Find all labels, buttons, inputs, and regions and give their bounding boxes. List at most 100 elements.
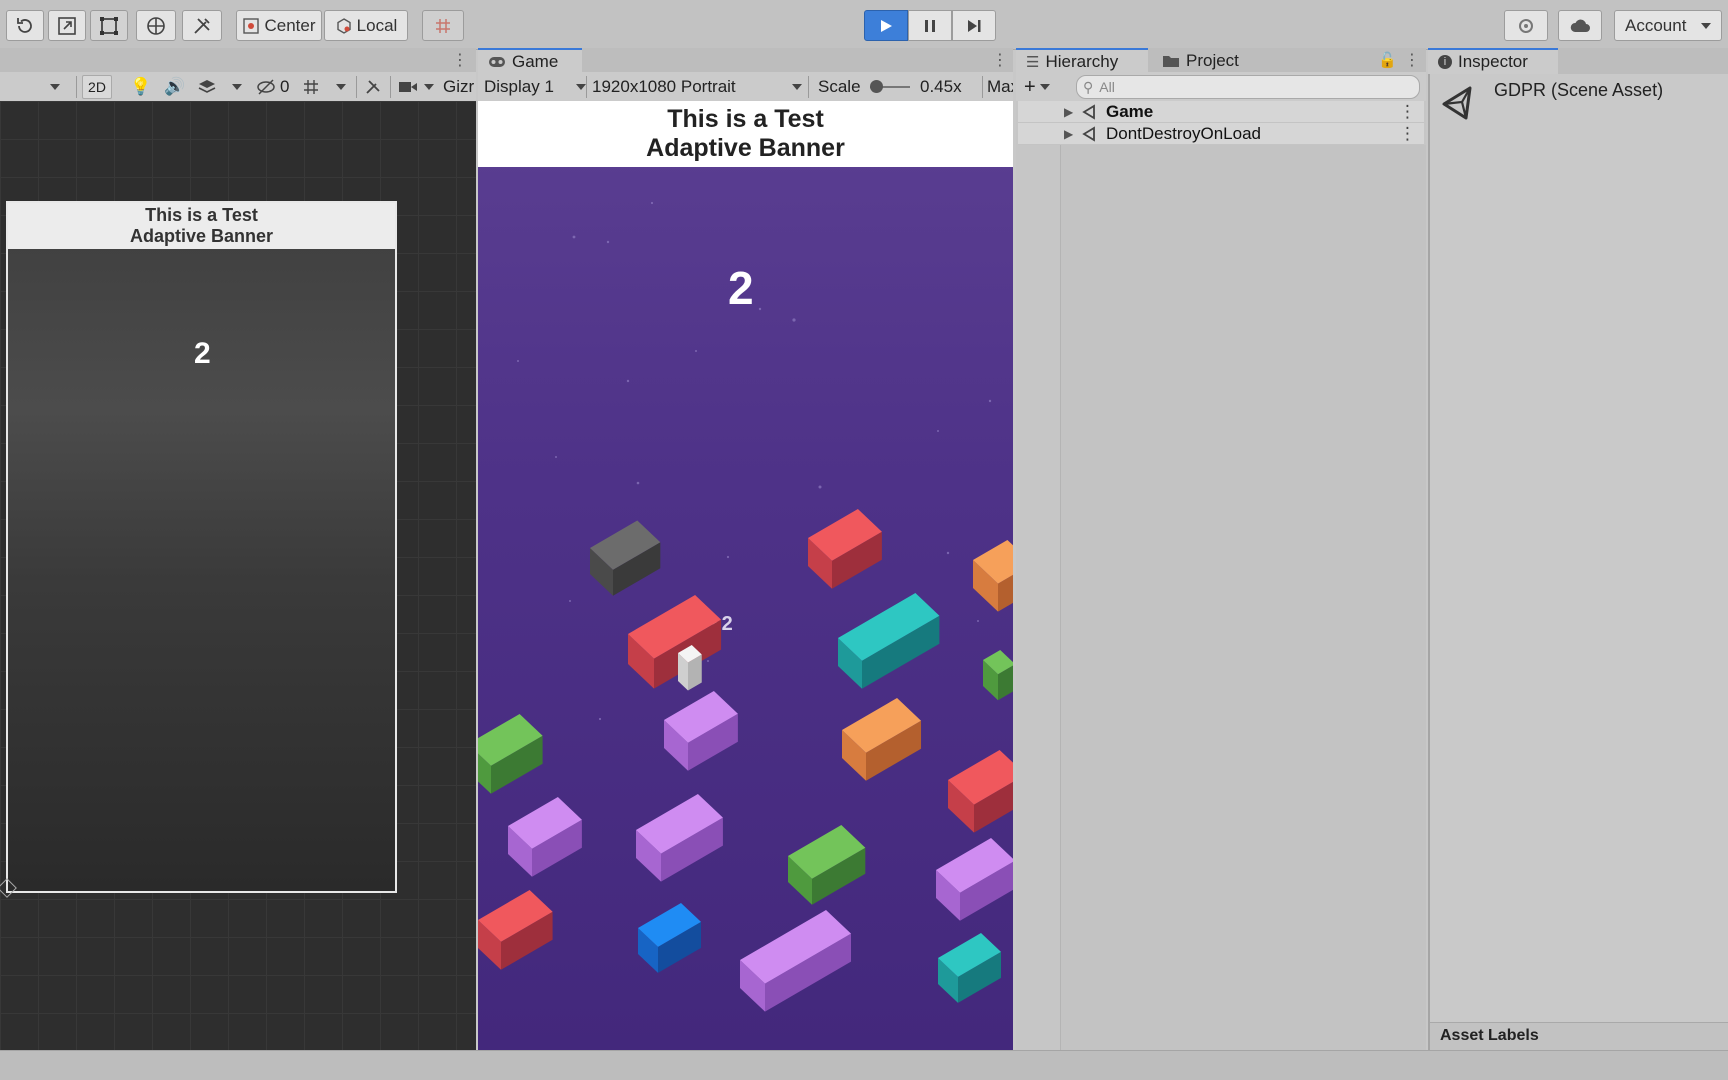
maximize-on-play-toggle[interactable]: Max — [987, 75, 1013, 99]
divider — [356, 76, 357, 98]
platform-block — [478, 714, 543, 794]
platform-block — [973, 540, 1013, 612]
scale-tool-button[interactable] — [48, 10, 86, 41]
pivot-local-label: Local — [356, 15, 398, 35]
lock-icon[interactable]: 🔓 — [1378, 51, 1397, 69]
gamepad-icon — [489, 57, 505, 67]
pivot-local-button[interactable]: Local — [324, 10, 408, 41]
2d-toggle[interactable]: 2D — [82, 75, 112, 99]
grid-dropdown[interactable] — [336, 75, 346, 99]
tab-inspector[interactable]: i Inspector — [1428, 48, 1558, 74]
display-dropdown[interactable]: Display 1 — [484, 75, 586, 99]
game-toolbar: Display 1 1920x1080 Portrait Scale 0.45x… — [478, 72, 1013, 102]
lightbulb-icon: 💡 — [130, 77, 152, 96]
camera-dropdown[interactable] — [424, 75, 434, 99]
pause-button[interactable] — [908, 10, 952, 41]
pivot-center-button[interactable]: Center — [236, 10, 322, 41]
gizmos-label: Gizr — [443, 77, 475, 96]
lighting-toggle[interactable]: 💡 — [130, 75, 151, 99]
step-button[interactable] — [952, 10, 996, 41]
pivot-center-label: Center — [264, 15, 316, 35]
chevron-down-icon — [232, 84, 242, 90]
rect-tool-button[interactable] — [90, 10, 128, 41]
tab-project-label: Project — [1186, 51, 1239, 70]
platform-block — [740, 910, 851, 1012]
scene-more-icon[interactable]: ⋮ — [452, 50, 468, 70]
cloud-button[interactable] — [1558, 10, 1602, 41]
platform-block — [678, 645, 702, 691]
chevron-right-icon[interactable]: ▶ — [1064, 127, 1073, 141]
hierarchy-item-game[interactable]: ▶ Game ⋮ — [1018, 101, 1424, 123]
grid-toggle[interactable] — [302, 75, 320, 99]
unity-scene-icon — [1082, 125, 1095, 142]
snap-grid-button[interactable] — [422, 10, 464, 41]
gizmos-dropdown[interactable]: Gizr — [443, 75, 476, 99]
info-icon: i — [1438, 55, 1452, 69]
platform-block — [808, 509, 882, 589]
chevron-down-icon — [336, 84, 346, 90]
camera-icon — [399, 82, 417, 92]
scene-banner-line2: Adaptive Banner — [129, 226, 274, 246]
tools-toggle[interactable] — [364, 75, 382, 99]
plus-icon: + — [1024, 75, 1036, 98]
scene-banner: This is a Test Adaptive Banner — [8, 203, 395, 249]
pivot-center-icon — [243, 17, 260, 34]
shading-mode-dropdown[interactable] — [50, 75, 60, 99]
folder-icon — [1163, 56, 1179, 67]
item-more-icon[interactable]: ⋮ — [1399, 124, 1416, 144]
status-bar — [0, 1050, 1728, 1080]
create-dropdown[interactable]: + — [1024, 75, 1050, 99]
chevron-right-icon[interactable]: ▶ — [1064, 105, 1073, 119]
tab-hierarchy[interactable]: ☰ Hierarchy — [1016, 48, 1148, 74]
maximize-label: Max — [987, 77, 1013, 96]
step-icon — [968, 19, 981, 32]
platform-block — [948, 750, 1013, 833]
effects-dropdown[interactable] — [232, 75, 242, 99]
effects-toggle[interactable] — [198, 75, 216, 99]
account-dropdown[interactable]: Account — [1614, 10, 1722, 41]
scene-view[interactable]: This is a Test Adaptive Banner 2 — [0, 101, 476, 1050]
hierarchy-item-dontdestroyonload[interactable]: ▶ DontDestroyOnLoad ⋮ — [1018, 123, 1424, 145]
hierarchy-toolbar: + ⚲ All — [1016, 72, 1426, 102]
hierarchy-search-input[interactable]: ⚲ All — [1076, 75, 1420, 99]
platform-block — [590, 520, 661, 596]
collab-button[interactable] — [1504, 10, 1548, 41]
play-button[interactable] — [864, 10, 908, 41]
list-icon: ☰ — [1026, 54, 1040, 71]
scale-label: Scale — [818, 77, 861, 96]
tab-hierarchy-label: Hierarchy — [1045, 52, 1119, 71]
speaker-icon: 🔊 — [164, 77, 186, 96]
audio-toggle[interactable]: 🔊 — [164, 75, 185, 99]
transform-tool-button[interactable] — [136, 10, 176, 41]
scale-slider[interactable] — [870, 75, 910, 99]
scene-score: 2 — [194, 337, 211, 370]
tab-game[interactable]: Game — [478, 48, 582, 74]
rect-tool-icon — [100, 16, 118, 35]
grid-icon — [304, 80, 318, 94]
platform-block — [508, 797, 582, 877]
resolution-dropdown[interactable]: 1920x1080 Portrait — [592, 75, 802, 99]
platform-block — [664, 691, 738, 771]
item-more-icon[interactable]: ⋮ — [1399, 102, 1416, 122]
inspector-body: GDPR (Scene Asset) Asset Labels — [1428, 74, 1728, 1050]
hidden-objects-toggle[interactable]: 0 — [256, 75, 289, 99]
rotate-tool-button[interactable] — [6, 10, 44, 41]
hierarchy-more-icon[interactable]: ⋮ — [1404, 50, 1420, 70]
camera-toggle[interactable] — [398, 75, 418, 99]
tab-inspector-label: Inspector — [1458, 52, 1528, 71]
scale-slider-thumb[interactable] — [870, 80, 883, 93]
game-view[interactable]: This is a Test Adaptive Banner 2 +2 — [478, 101, 1013, 1050]
eye-slash-icon — [257, 79, 275, 95]
game-more-icon[interactable]: ⋮ — [992, 50, 1008, 70]
chevron-down-icon — [575, 84, 586, 90]
unity-scene-asset-icon — [1442, 86, 1472, 120]
asset-labels-section[interactable]: Asset Labels — [1430, 1022, 1728, 1050]
chevron-down-icon — [424, 84, 434, 90]
hierarchy-item-label: Game — [1106, 101, 1154, 121]
tab-project[interactable]: Project — [1152, 48, 1262, 74]
play-icon — [881, 19, 892, 32]
chevron-down-icon — [1039, 84, 1050, 90]
hierarchy-empty-area — [1060, 145, 1426, 1050]
unity-scene-icon — [1082, 103, 1095, 120]
custom-tool-button[interactable] — [182, 10, 222, 41]
